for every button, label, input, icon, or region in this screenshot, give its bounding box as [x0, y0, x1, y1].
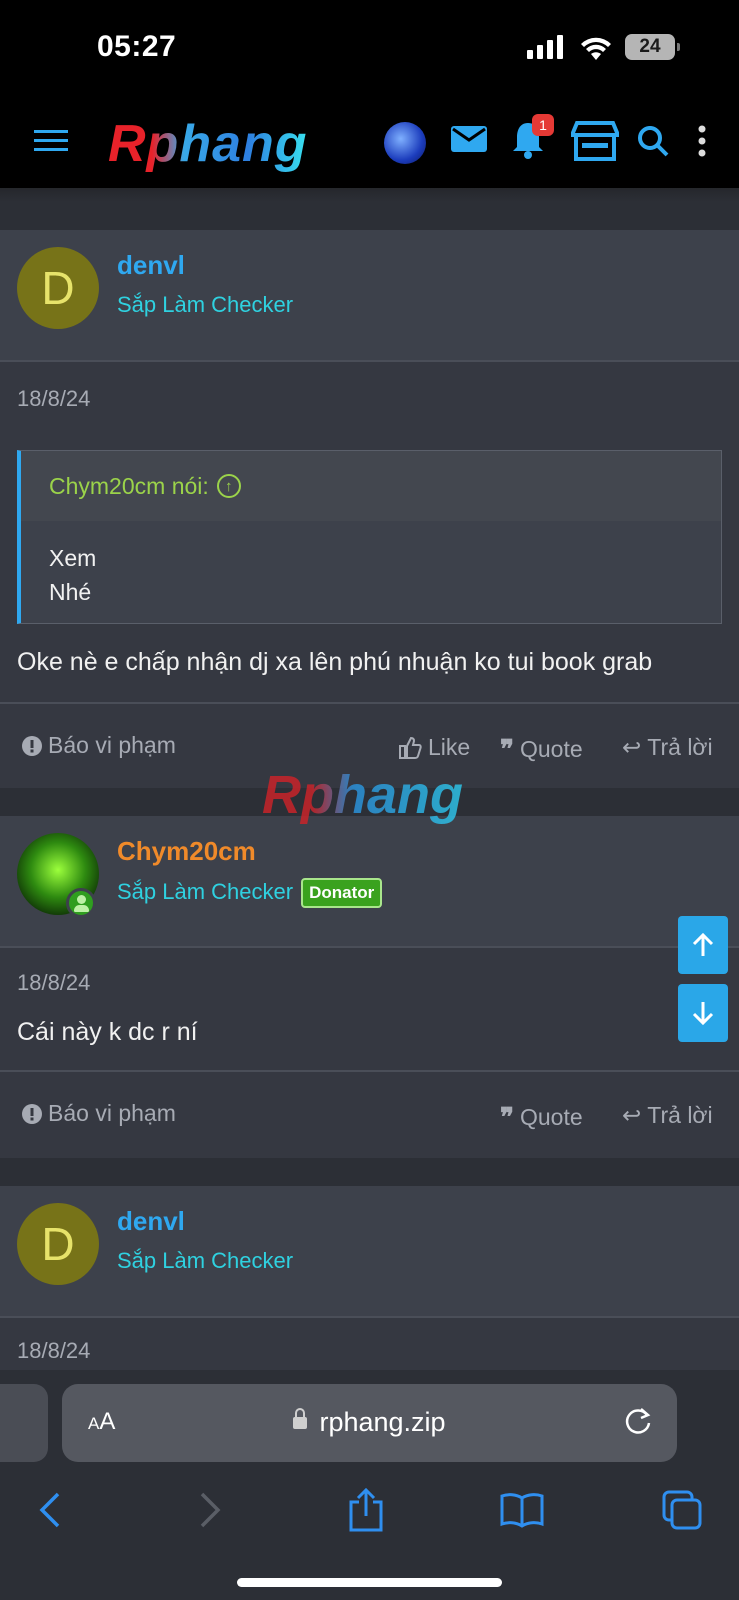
scroll-to-top-button[interactable] [678, 916, 728, 974]
post-actions: Báo vi phạm ❞ Quote ↩ Trả lời [0, 1070, 739, 1156]
screen: 05:27 24 Rphang 1 D denvl Sắp Làm Checke… [0, 0, 739, 1600]
donator-badge: Donator [301, 878, 383, 908]
quote-button[interactable]: ❞ Quote [500, 1102, 583, 1133]
report-button[interactable]: Báo vi phạm [22, 732, 176, 759]
post-text: Cái này k dc r ní [17, 1018, 198, 1046]
post-date[interactable]: 18/8/24 [17, 970, 90, 996]
author-name[interactable]: denvl [117, 250, 185, 281]
author-title-text: Sắp Làm Checker [117, 878, 294, 904]
battery-icon: 24 [625, 34, 680, 60]
site-logo[interactable]: Rphang [108, 114, 308, 174]
quote-block: Chym20cm nói: ↑ Xem Nhé [17, 450, 722, 624]
back-button[interactable] [22, 1482, 78, 1538]
url-text: rphang.zip [319, 1407, 446, 1437]
quote-header[interactable]: Chym20cm nói: ↑ [21, 451, 721, 521]
report-label: Báo vi phạm [48, 1100, 176, 1126]
status-time: 05:27 [97, 30, 177, 63]
report-button[interactable]: Báo vi phạm [22, 1100, 176, 1127]
like-label: Like [428, 734, 471, 760]
arrow-up-circle-icon[interactable]: ↑ [216, 474, 241, 498]
post-header: Chym20cm Sắp Làm Checker Donator [0, 816, 739, 948]
notification-badge: 1 [532, 114, 554, 136]
arrow-up-icon [692, 932, 714, 956]
previous-tab-preview[interactable] [0, 1384, 48, 1462]
post-date[interactable]: 18/8/24 [17, 1338, 90, 1364]
tabs-icon [662, 1490, 702, 1530]
quote-author: Chym20cm nói: [49, 472, 209, 499]
post: Chym20cm Sắp Làm Checker Donator 18/8/24 … [0, 816, 739, 1158]
avatar[interactable]: D [17, 1203, 99, 1285]
browser-toolbar: AA rphang.zip [0, 1370, 739, 1600]
mail-icon[interactable] [450, 122, 488, 156]
alert-icon [22, 735, 42, 756]
author-title: Sắp Làm Checker [117, 1248, 294, 1273]
user-avatar[interactable] [384, 122, 426, 164]
reload-icon[interactable] [623, 1406, 655, 1438]
author-title: Sắp Làm Checker Donator [117, 878, 383, 908]
quote-label: Quote [520, 736, 583, 762]
status-icons: 24 [527, 34, 680, 60]
alert-icon [22, 1103, 42, 1124]
reply-button[interactable]: ↩ Trả lời [622, 734, 713, 761]
quote-button[interactable]: ❞ Quote [500, 734, 583, 765]
top-nav: Rphang [0, 98, 739, 202]
reply-label: Trả lời [647, 734, 713, 760]
quote-icon: ❞ [500, 1102, 514, 1132]
post-text: Oke nè e chấp nhận dj xa lên phú nhuận k… [17, 648, 653, 676]
more-options-icon[interactable] [694, 124, 710, 158]
store-icon[interactable] [570, 120, 620, 162]
author-name[interactable]: denvl [117, 1206, 185, 1237]
menu-icon[interactable] [34, 126, 68, 156]
chevron-left-icon [39, 1492, 60, 1528]
chevron-right-icon [200, 1492, 221, 1528]
reply-icon: ↩ [622, 734, 642, 760]
scroll-to-bottom-button[interactable] [678, 984, 728, 1042]
forward-button[interactable] [182, 1482, 238, 1538]
watermark-logo: Rphang [262, 765, 463, 825]
post-header: D denvl Sắp Làm Checker [0, 230, 739, 362]
book-icon [500, 1493, 544, 1528]
author-name[interactable]: Chym20cm [117, 836, 256, 867]
reply-button[interactable]: ↩ Trả lời [622, 1102, 713, 1129]
tabs-button[interactable] [654, 1482, 710, 1538]
lock-icon [293, 1408, 308, 1429]
signal-icon [527, 35, 563, 59]
reply-label: Trả lời [647, 1102, 713, 1128]
like-button[interactable]: Like [398, 734, 470, 761]
post: D denvl Sắp Làm Checker 18/8/24 [0, 1186, 739, 1376]
report-label: Báo vi phạm [48, 732, 176, 758]
home-indicator [237, 1578, 502, 1587]
search-icon[interactable] [636, 124, 670, 158]
battery-level: 24 [639, 36, 661, 57]
share-icon [349, 1488, 383, 1532]
quote-body: Xem Nhé [21, 521, 721, 629]
thumbs-up-icon [399, 736, 422, 759]
quote-line: Xem [49, 545, 97, 571]
quote-line: Nhé [49, 579, 92, 605]
arrow-down-icon [692, 1002, 714, 1026]
post-date[interactable]: 18/8/24 [17, 386, 90, 412]
author-title: Sắp Làm Checker [117, 292, 294, 317]
quote-label: Quote [520, 1104, 583, 1130]
bookmarks-button[interactable] [494, 1482, 550, 1538]
address-bar[interactable]: AA rphang.zip [62, 1384, 677, 1462]
status-bar: 05:27 24 [0, 0, 739, 98]
url-display[interactable]: rphang.zip [62, 1407, 677, 1438]
quote-icon: ❞ [500, 734, 514, 764]
reply-icon: ↩ [622, 1102, 642, 1128]
post-header: D denvl Sắp Làm Checker [0, 1186, 739, 1318]
online-status-icon [66, 888, 96, 918]
share-button[interactable] [338, 1482, 394, 1538]
wifi-icon [581, 37, 611, 60]
avatar[interactable]: D [17, 247, 99, 329]
